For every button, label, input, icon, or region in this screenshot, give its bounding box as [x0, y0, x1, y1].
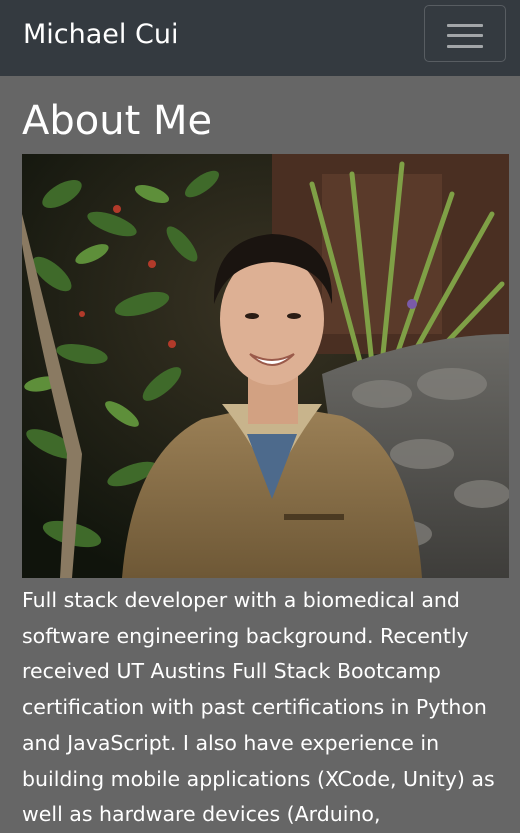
- hamburger-menu-icon-bar: [447, 34, 483, 37]
- brand-link[interactable]: Michael Cui: [23, 17, 178, 53]
- profile-photo: [22, 154, 509, 578]
- top-navbar: Michael Cui: [0, 0, 520, 76]
- bio-paragraph: Full stack developer with a biomedical a…: [22, 588, 495, 827]
- hamburger-menu-icon: [447, 24, 483, 27]
- hamburger-menu-icon-bar: [447, 45, 483, 48]
- menu-toggle-button[interactable]: [424, 5, 506, 62]
- page-title: About Me: [22, 98, 213, 144]
